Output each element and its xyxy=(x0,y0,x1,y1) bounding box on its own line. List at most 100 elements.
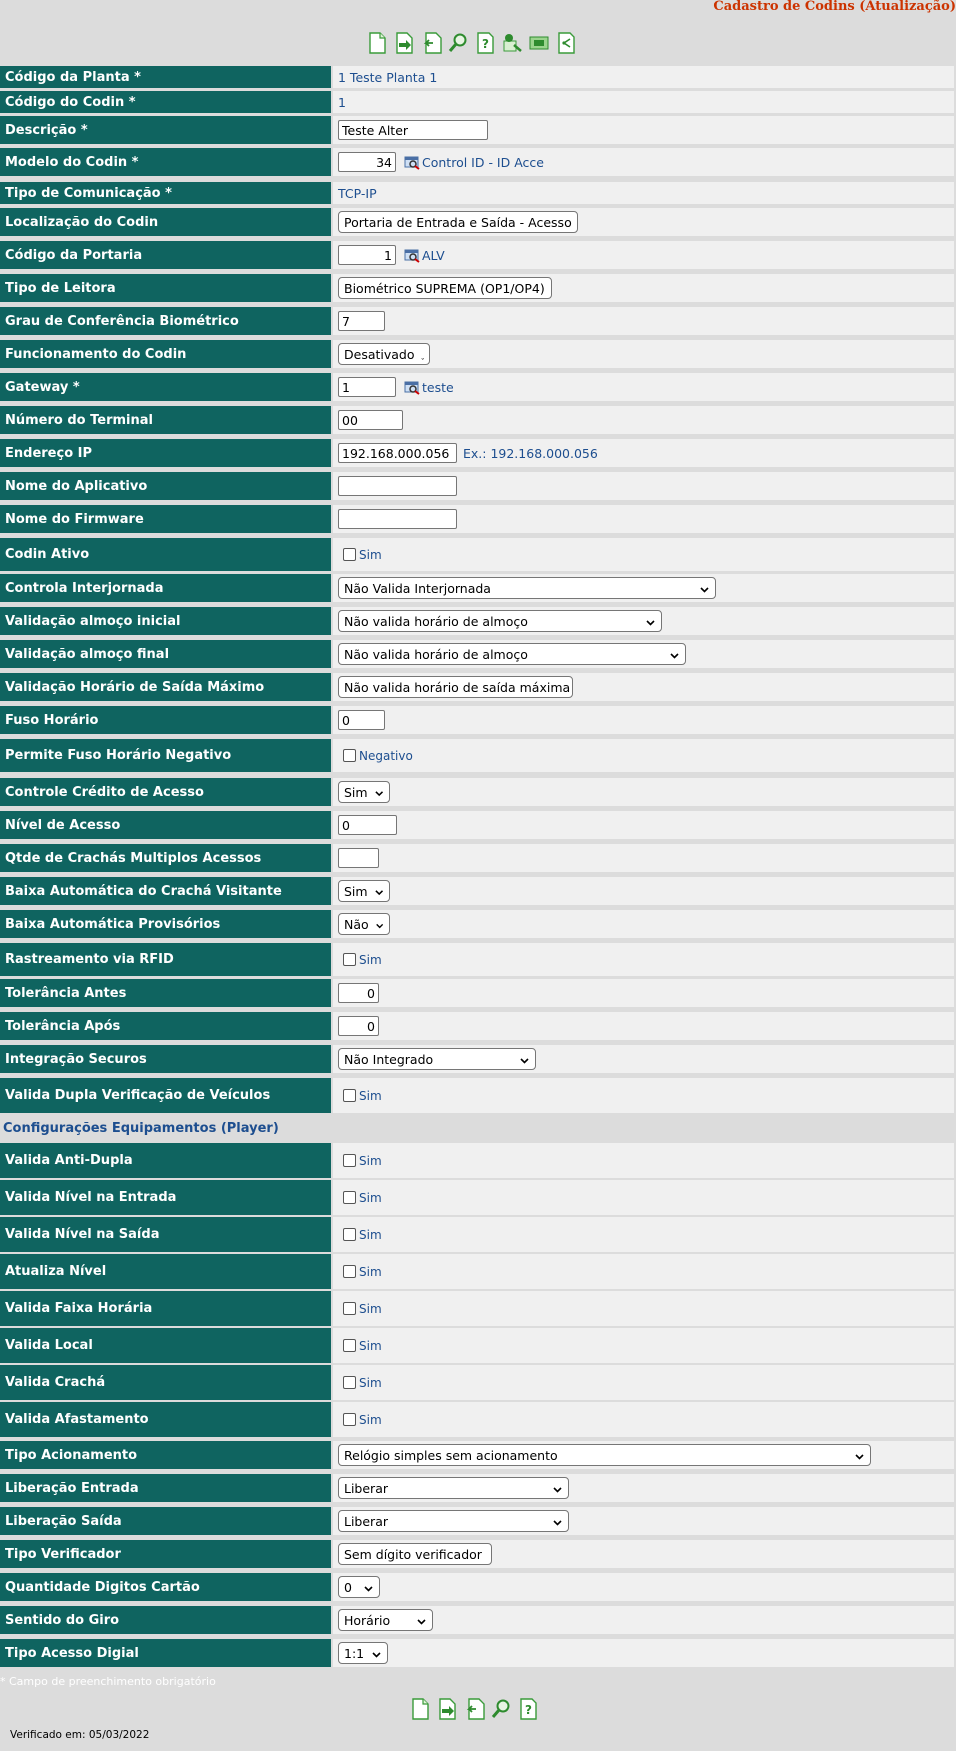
help-button[interactable]: ? xyxy=(517,1697,539,1721)
input-grau-biometrico[interactable] xyxy=(338,311,385,331)
input-endereco-ip[interactable] xyxy=(338,443,457,463)
select-credito-acesso[interactable]: Sim xyxy=(338,781,390,803)
value-cell-nivel-entrada: Sim xyxy=(333,1180,954,1215)
checkbox-box-valida-cracha[interactable] xyxy=(343,1376,356,1389)
save-document-button[interactable] xyxy=(393,31,415,55)
checkbox-atualiza-nivel[interactable]: Sim xyxy=(338,1265,382,1279)
chevron-down-icon xyxy=(420,349,424,360)
value-cell-interjornada: Não Valida Interjornada xyxy=(333,574,954,602)
checkbox-box-anti-dupla[interactable] xyxy=(343,1154,356,1167)
checkbox-label-rastreamento-rfid: Sim xyxy=(359,952,382,967)
tools-button[interactable] xyxy=(501,31,523,55)
select-tipo-acionamento[interactable]: Relógio simples sem acionamento xyxy=(338,1444,871,1466)
share-button[interactable] xyxy=(555,31,577,55)
checkbox-faixa-horaria[interactable]: Sim xyxy=(338,1302,382,1316)
new-document-button[interactable] xyxy=(409,1697,431,1721)
label-valida-afastamento: Valida Afastamento xyxy=(0,1402,331,1437)
select-almoco-inicial[interactable]: Não valida horário de almoço xyxy=(338,610,662,632)
help-button[interactable]: ? xyxy=(474,31,496,55)
undo-document-button[interactable] xyxy=(420,31,442,55)
checkbox-fuso-negativo[interactable]: Negativo xyxy=(338,749,413,763)
checkbox-valida-local[interactable]: Sim xyxy=(338,1339,382,1353)
checkbox-box-dupla-veiculos[interactable] xyxy=(343,1089,356,1102)
input-nome-firmware[interactable] xyxy=(338,509,457,529)
input-codigo-portaria[interactable] xyxy=(338,245,396,265)
checkbox-rastreamento-rfid[interactable]: Sim xyxy=(338,953,382,967)
checkbox-nivel-saida[interactable]: Sim xyxy=(338,1228,382,1242)
select-tipo-verificador[interactable]: Sem dígito verificador xyxy=(338,1543,498,1570)
input-gateway[interactable] xyxy=(338,377,396,397)
form-row-tolerancia-apos: Tolerância Após xyxy=(0,1012,956,1040)
checkbox-box-faixa-horaria[interactable] xyxy=(343,1302,356,1315)
checkbox-codin-ativo[interactable]: Sim xyxy=(338,548,382,562)
label-nivel-entrada: Valida Nível na Entrada xyxy=(0,1180,331,1215)
select-baixa-provisorios[interactable]: Não xyxy=(338,913,390,935)
checkbox-valida-cracha[interactable]: Sim xyxy=(338,1376,382,1390)
undo-document-button[interactable] xyxy=(463,1697,485,1721)
select-interjornada[interactable]: Não Valida Interjornada xyxy=(338,577,716,599)
select-liberacao-saida[interactable]: Liberar xyxy=(338,1510,569,1532)
checkbox-box-atualiza-nivel[interactable] xyxy=(343,1265,356,1278)
select-integracao-securos[interactable]: Não Integrado xyxy=(338,1048,536,1070)
value-cell-dupla-veiculos: Sim xyxy=(333,1078,954,1113)
select-funcionamento[interactable]: Desativado xyxy=(338,343,430,365)
select-qtd-digitos[interactable]: 0 xyxy=(338,1576,380,1598)
form-row-credito-acesso: Controle Crédito de Acesso Sim xyxy=(0,778,956,806)
form-row-baixa-provisorios: Baixa Automática Provisórios Não xyxy=(0,910,956,938)
checkbox-box-fuso-negativo[interactable] xyxy=(343,749,356,762)
checkbox-nivel-entrada[interactable]: Sim xyxy=(338,1191,382,1205)
input-tolerancia-antes[interactable] xyxy=(338,983,379,1003)
new-document-button[interactable] xyxy=(366,31,388,55)
checkbox-box-codin-ativo[interactable] xyxy=(343,548,356,561)
lookup-gateway-icon[interactable] xyxy=(404,379,420,395)
lookup-text-gateway[interactable]: teste xyxy=(422,380,454,395)
lookup-text-modelo-codin[interactable]: Control ID - ID Acce xyxy=(422,155,544,170)
checkbox-valida-afastamento[interactable]: Sim xyxy=(338,1413,382,1427)
input-descricao[interactable] xyxy=(338,120,488,140)
chevron-down-icon xyxy=(854,1450,865,1461)
input-fuso-horario[interactable] xyxy=(338,710,385,730)
checkbox-box-nivel-entrada[interactable] xyxy=(343,1191,356,1204)
search-button[interactable] xyxy=(490,1697,512,1721)
new-document-icon xyxy=(409,1697,431,1721)
select-value-saida-maximo: Não valida horário de saída máxima xyxy=(344,679,571,695)
checkbox-anti-dupla[interactable]: Sim xyxy=(338,1154,382,1168)
search-button[interactable] xyxy=(447,31,469,55)
select-liberacao-entrada[interactable]: Liberar xyxy=(338,1477,569,1499)
equipment-button[interactable] xyxy=(528,31,550,55)
lookup-codigo-portaria-icon[interactable] xyxy=(404,247,420,263)
value-cell-gateway: teste xyxy=(333,373,954,401)
checkbox-box-rastreamento-rfid[interactable] xyxy=(343,953,356,966)
input-nome-aplicativo[interactable] xyxy=(338,476,457,496)
input-qtde-crachas[interactable] xyxy=(338,848,379,868)
checkbox-box-nivel-saida[interactable] xyxy=(343,1228,356,1241)
label-fuso-negativo: Permite Fuso Horário Negativo xyxy=(0,739,331,772)
checkbox-box-valida-local[interactable] xyxy=(343,1339,356,1352)
label-sentido-giro: Sentido do Giro xyxy=(0,1606,331,1634)
required-field-note: * Campo de preenchimento obrigatório xyxy=(0,1675,216,1688)
input-tolerancia-apos[interactable] xyxy=(338,1016,379,1036)
label-baixa-provisorios: Baixa Automática Provisórios xyxy=(0,910,331,938)
lookup-text-codigo-portaria[interactable]: ALV xyxy=(422,248,445,263)
value-cell-qtd-digitos: 0 xyxy=(333,1573,954,1601)
save-document-button[interactable] xyxy=(436,1697,458,1721)
select-tipo-digital[interactable]: 1:1 xyxy=(338,1642,388,1664)
value-cell-tipo-comunicacao: TCP-IP xyxy=(333,182,954,204)
select-tipo-leitora[interactable]: Biométrico SUPREMA (OP1/OP4) xyxy=(338,277,561,304)
select-sentido-giro[interactable]: Horário xyxy=(338,1609,433,1631)
select-baixa-visitante[interactable]: Sim xyxy=(338,880,390,902)
select-saida-maximo[interactable]: Não valida horário de saída máxima xyxy=(338,676,586,703)
checkbox-dupla-veiculos[interactable]: Sim xyxy=(338,1089,382,1103)
label-valida-cracha: Valida Crachá xyxy=(0,1365,331,1400)
input-modelo-codin[interactable] xyxy=(338,152,396,172)
input-numero-terminal[interactable] xyxy=(338,410,403,430)
select-localizacao[interactable]: Portaria de Entrada e Saída - Acesso xyxy=(338,211,588,238)
checkbox-box-valida-afastamento[interactable] xyxy=(343,1413,356,1426)
select-almoco-final[interactable]: Não valida horário de almoço xyxy=(338,643,686,665)
value-cell-liberacao-entrada: Liberar xyxy=(333,1474,954,1502)
label-credito-acesso: Controle Crédito de Acesso xyxy=(0,778,331,806)
lookup-modelo-codin-icon[interactable] xyxy=(404,154,420,170)
tools-icon xyxy=(501,31,523,55)
input-nivel-acesso[interactable] xyxy=(338,815,397,835)
label-interjornada: Controla Interjornada xyxy=(0,574,331,602)
